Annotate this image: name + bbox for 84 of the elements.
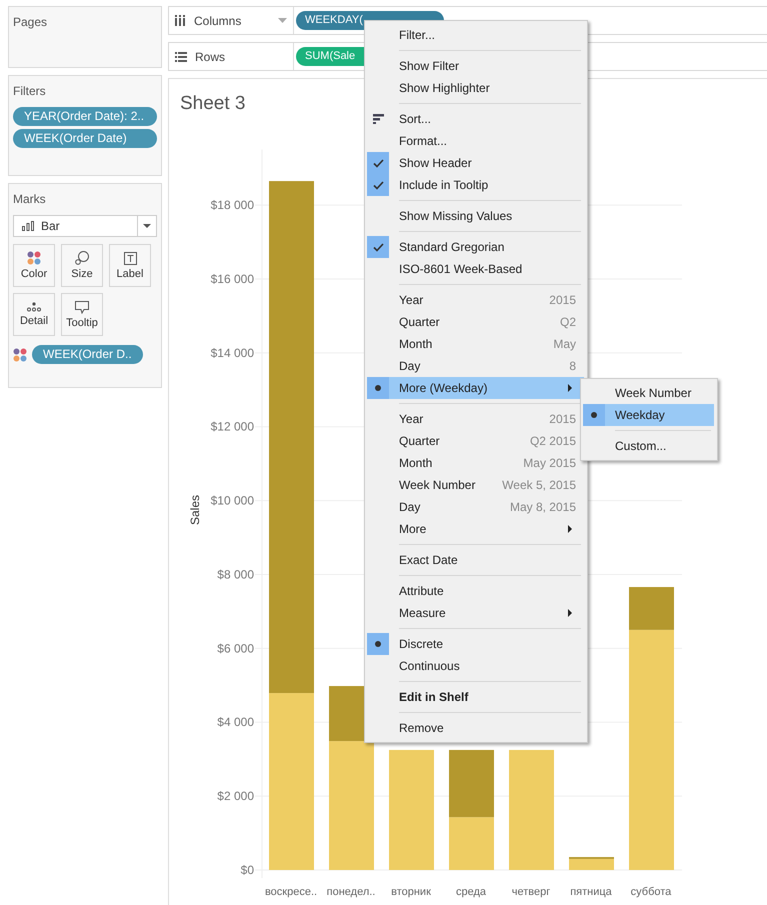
rows-icon [175,52,187,62]
menu-item[interactable]: Show Missing Values [367,205,584,227]
category-label: пятница [570,886,612,898]
menu-item[interactable]: Standard Gregorian [367,236,584,258]
menu-item[interactable]: Week Number Week 5, 2015 [367,474,584,496]
panel-title: Filters [13,84,47,98]
marks-button[interactable]: Label [109,244,151,287]
menu-item[interactable]: Month May 2015 [367,452,584,474]
radio-dot-icon [591,412,597,418]
menu-item[interactable]: Remove [367,717,584,739]
menu-item[interactable]: Filter... [367,24,584,46]
bar [449,750,494,818]
color-dots-icon [13,348,27,362]
menu-item[interactable]: Sort... [367,108,584,130]
marks-button[interactable]: Color [13,244,55,287]
menu-item[interactable]: Measure [367,602,584,624]
panel-title: Pages [13,15,48,29]
menu-item[interactable]: More (Weekday) [367,377,584,399]
tooltip-icon [75,300,89,314]
category-label: вторник [391,886,431,898]
menu-item[interactable]: Edit in Shelf [367,686,584,708]
check-icon [372,242,384,252]
size-icon [75,251,89,265]
axis-tick-label: $16 000 [210,272,254,286]
submenu-arrow-icon [568,384,572,392]
axis-tick-label: $8 000 [217,567,254,582]
axis-tick-label: $14 000 [210,346,254,360]
category-label: воскресе.. [264,886,318,898]
color-dots-icon [27,251,41,265]
menu-item[interactable]: Week Number [583,382,714,404]
shelf-label: Columns [169,7,294,34]
menu-item[interactable]: Year 2015 [367,289,584,311]
axis-tick-label: $12 000 [210,420,254,434]
axis-tick-label: $10 000 [210,494,254,508]
submenu-arrow-icon [568,609,572,617]
menu-item[interactable]: Day May 8, 2015 [367,496,584,518]
axis-title: Sales [188,494,202,526]
menu-item[interactable]: Year 2015 [367,408,584,430]
shelf-label: Rows [169,43,294,70]
label-icon [124,252,136,264]
radio-dot-icon [375,385,381,391]
sheet-title: Sheet 3 [180,93,246,115]
menu-item[interactable]: Discrete [367,633,584,655]
menu-item[interactable]: Attribute [367,580,584,602]
menu-item[interactable]: Day 8 [367,355,584,377]
menu-item[interactable]: Show Filter [367,55,584,77]
marks-button[interactable]: Detail [13,293,55,336]
menu-item[interactable]: Exact Date [367,549,584,571]
axis-tick-label: $2 000 [217,789,254,804]
menu-item[interactable]: Show Highlighter [367,77,584,99]
category-label: среда [456,886,486,898]
axis-tick-label: $0 [240,863,254,877]
menu-item[interactable]: Month May [367,333,584,355]
axis-tick-label: $6 000 [217,641,254,656]
detail-dots-icon [27,302,41,312]
menu-item[interactable]: Show Header [367,152,584,174]
menu-item[interactable]: ISO-8601 Week-Based [367,258,584,280]
menu-item[interactable]: Custom... [583,435,714,457]
check-icon [372,158,384,168]
menu-item[interactable]: More [367,518,584,540]
panel-title: Marks [13,192,47,206]
menu-item[interactable]: Weekday [583,404,714,426]
sort-icon [372,114,384,124]
category-label: четверг [512,886,550,898]
bar-chart-icon [22,221,35,231]
menu-item[interactable]: Quarter Q2 2015 [367,430,584,452]
caret-icon [143,224,151,228]
axis-tick-label: $18 000 [210,198,254,212]
marks-button[interactable]: Size [61,244,103,287]
columns-icon [175,15,186,26]
radio-dot-icon [375,641,381,647]
axis-tick-label: $4 000 [217,715,254,730]
caret-icon [278,18,287,23]
menu-item[interactable]: Format... [367,130,584,152]
submenu-arrow-icon [568,525,572,533]
marks-button[interactable]: Tooltip [61,293,103,336]
category-label: понедел.. [326,886,376,898]
menu-item[interactable]: Continuous [367,655,584,677]
menu-item[interactable]: Quarter Q2 [367,311,584,333]
category-label: суббота [630,886,672,898]
bar [449,817,494,870]
check-icon [372,180,384,190]
mark-type-dropdown[interactable]: Bar [13,215,157,237]
menu-item[interactable]: Include in Tooltip [367,174,584,196]
